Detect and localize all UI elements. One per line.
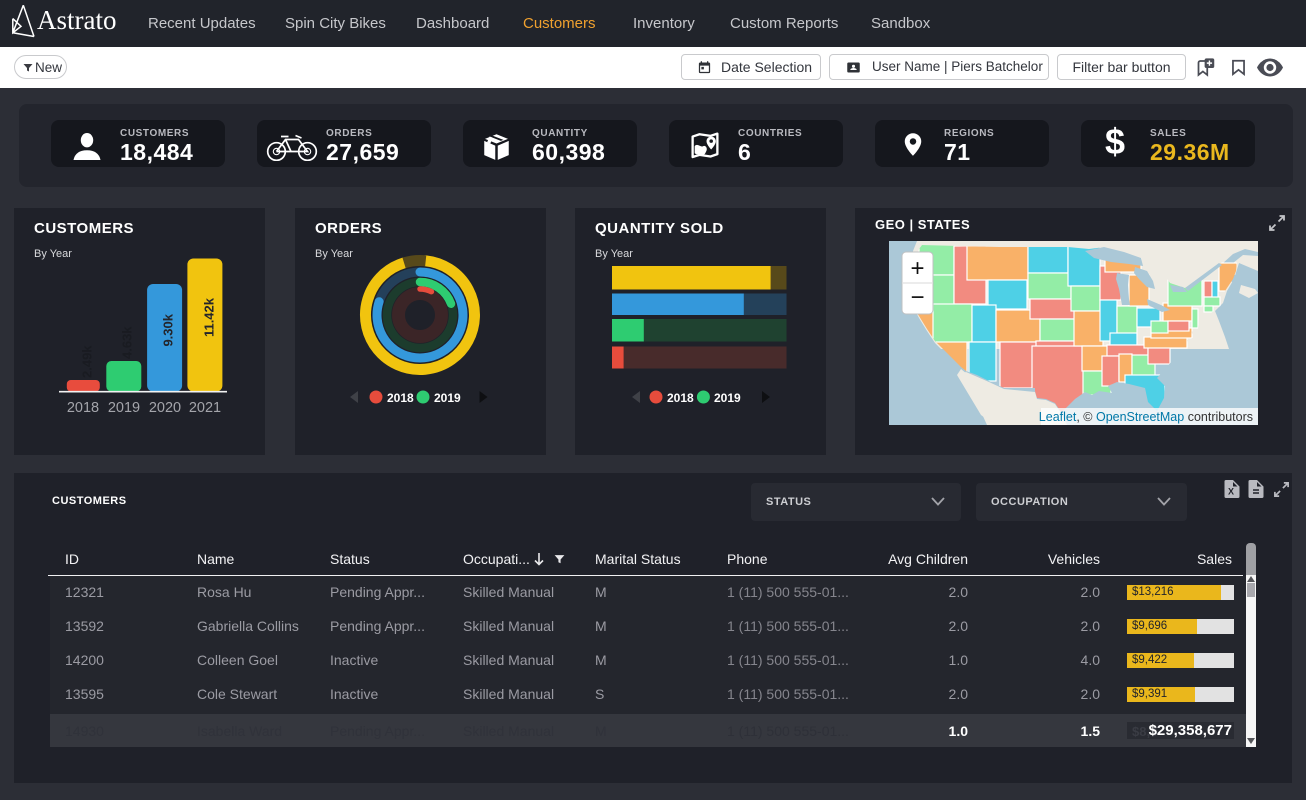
- svg-text:2018: 2018: [387, 391, 414, 405]
- svg-text:4.63k: 4.63k: [119, 326, 134, 359]
- svg-text:Leaflet, © OpenStreetMap contr: Leaflet, © OpenStreetMap contributors: [1039, 410, 1253, 424]
- svg-text:9.30k: 9.30k: [160, 313, 175, 346]
- svg-text:2021: 2021: [189, 400, 221, 416]
- svg-text:2018: 2018: [667, 391, 694, 405]
- svg-text:2019: 2019: [108, 400, 140, 416]
- svg-text:+: +: [910, 255, 924, 282]
- svg-text:2020: 2020: [149, 400, 181, 416]
- svg-text:2.49k: 2.49k: [79, 345, 94, 378]
- svg-text:11.42k: 11.42k: [201, 297, 216, 337]
- svg-text:X: X: [1228, 487, 1234, 497]
- svg-text:2018: 2018: [67, 400, 99, 416]
- svg-text:2019: 2019: [714, 391, 741, 405]
- svg-text:2019: 2019: [434, 391, 461, 405]
- svg-text:−: −: [910, 284, 924, 311]
